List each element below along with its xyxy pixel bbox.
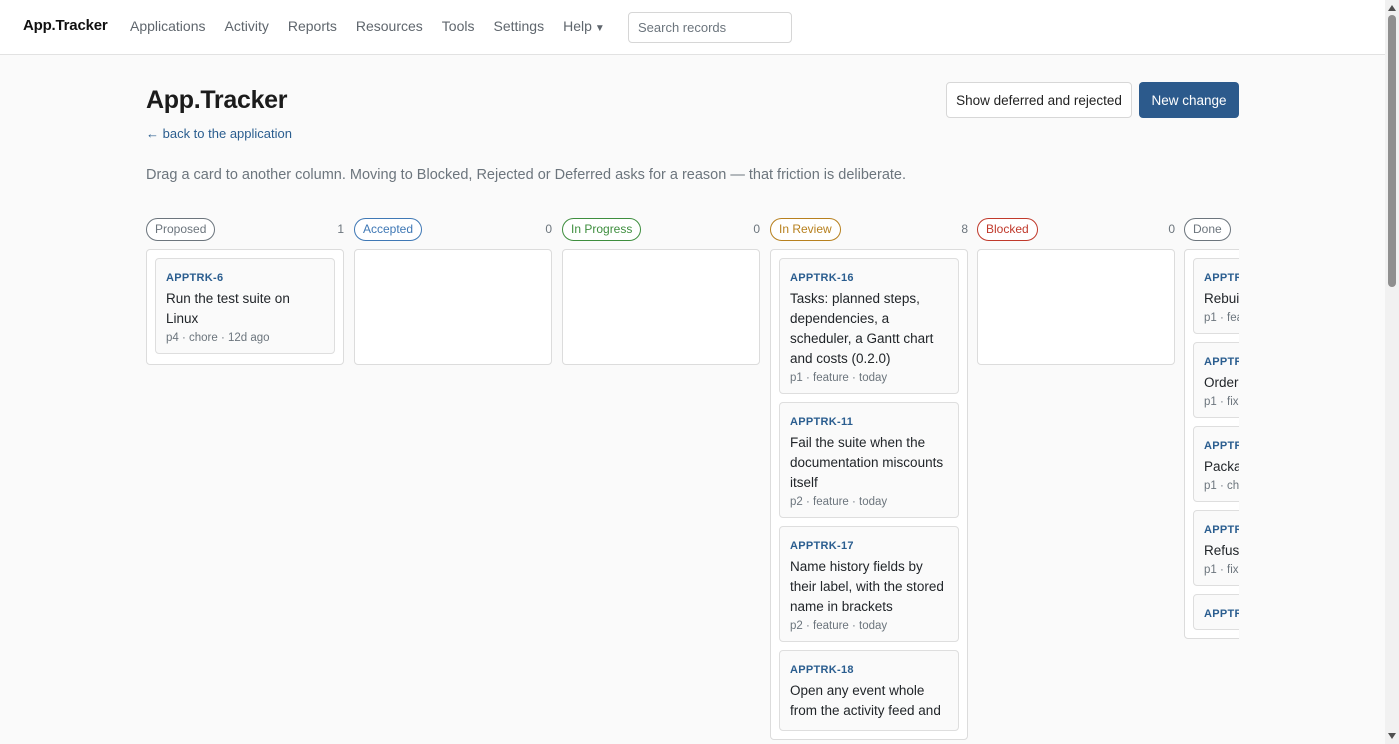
chevron-down-icon: ▼ <box>594 23 605 34</box>
change-card[interactable]: APPTRK <box>1193 594 1239 630</box>
change-card[interactable]: APPTRK Packa Store p1 · cho <box>1193 426 1239 502</box>
kanban-board: Proposed 1 APPTRK-6 Run the test suite on L… <box>146 217 1239 744</box>
change-card[interactable]: APPTRK Refuse in bloc p1 · fix <box>1193 510 1239 586</box>
column-drop-zone[interactable] <box>354 249 552 365</box>
back-to-application-link[interactable]: ← back to the application <box>146 126 292 141</box>
nav-link-reports[interactable]: Reports <box>288 18 337 34</box>
card-meta: p2 · feature · today <box>790 496 888 508</box>
page-scrollbar[interactable] <box>1385 0 1399 744</box>
nav-help-menu[interactable]: Help ▼ <box>563 18 605 34</box>
column-card-count: 0 <box>545 222 552 236</box>
column-in-review: In Review 8 APPTRK-16 Tasks: planned steps,… <box>770 217 968 740</box>
column-header: Proposed 1 <box>146 217 344 242</box>
scroll-up-arrow-icon[interactable] <box>1388 5 1396 11</box>
card-title: Open any event whole from the activity f… <box>790 683 941 718</box>
column-status-badge: Blocked <box>977 218 1038 241</box>
card-title: Name history fields by their label, with… <box>790 559 944 614</box>
change-card[interactable]: APPTRK-16 Tasks: planned steps, dependenc… <box>779 258 959 394</box>
card-meta: p4 · chore · 12d ago <box>166 332 270 344</box>
column-header: In Review 8 <box>770 217 968 242</box>
change-card[interactable]: APPTRK Rebuil replay p1 · fea <box>1193 258 1239 334</box>
card-title: Run the test suite on Linux <box>166 291 290 326</box>
column-drop-zone[interactable]: APPTRK-6 Run the test suite on Linux p4 · … <box>146 249 344 365</box>
card-meta: p1 · fix <box>1204 396 1239 408</box>
card-key-link[interactable]: APPTRK <box>1204 524 1239 536</box>
column-status-badge: In Progress <box>562 218 642 241</box>
column-header: Accepted 0 <box>354 217 552 242</box>
scrollbar-thumb[interactable] <box>1388 15 1396 287</box>
card-key-link[interactable]: APPTRK <box>1204 272 1239 284</box>
card-key-link[interactable]: APPTRK <box>1204 440 1239 452</box>
nav-link-settings[interactable]: Settings <box>493 18 544 34</box>
card-title: Fail the suite when the documentation mi… <box>790 435 944 490</box>
column-proposed: Proposed 1 APPTRK-6 Run the test suite on L… <box>146 217 344 365</box>
card-title: Rebuil replay <box>1204 291 1239 306</box>
card-key-link[interactable]: APPTRK <box>1204 608 1239 620</box>
new-change-button[interactable]: New change <box>1139 82 1239 118</box>
column-status-badge: Accepted <box>354 218 423 241</box>
search-input[interactable] <box>628 12 792 43</box>
card-key-link[interactable]: APPTRK-18 <box>790 664 948 676</box>
change-card[interactable]: APPTRK-11 Fail the suite when the documen… <box>779 402 959 518</box>
card-key-link[interactable]: APPTRK-16 <box>790 272 948 284</box>
brand-logo[interactable]: App.Tracker <box>23 17 108 34</box>
column-drop-zone[interactable]: APPTRK Rebuil replay p1 · fea APPTRK Order w… <box>1184 249 1239 639</box>
column-header: Blocked 0 <box>977 217 1175 242</box>
column-card-count: 0 <box>753 222 760 236</box>
scroll-down-arrow-icon[interactable] <box>1388 733 1396 739</box>
card-key-link[interactable]: APPTRK <box>1204 356 1239 368</box>
card-title: Order when <box>1204 375 1239 390</box>
card-key-link[interactable]: APPTRK-17 <box>790 540 948 552</box>
column-card-count: 8 <box>961 222 968 236</box>
column-accepted: Accepted 0 <box>354 217 552 365</box>
change-card[interactable]: APPTRK-6 Run the test suite on Linux p4 · … <box>155 258 335 354</box>
change-card[interactable]: APPTRK Order when p1 · fix <box>1193 342 1239 418</box>
show-deferred-rejected-button[interactable]: Show deferred and rejected <box>946 82 1132 118</box>
column-status-badge: Proposed <box>146 218 216 241</box>
column-done: Done APPTRK Rebuil replay p1 · fea APPTRK Ord… <box>1184 217 1239 639</box>
card-key-link[interactable]: APPTRK-6 <box>166 272 324 284</box>
column-header: Done <box>1184 217 1239 242</box>
help-label: Help <box>563 18 592 34</box>
nav-link-resources[interactable]: Resources <box>356 18 423 34</box>
card-meta: p1 · fix <box>1204 564 1239 576</box>
column-status-badge: Done <box>1184 218 1231 241</box>
nav-link-tools[interactable]: Tools <box>442 18 475 34</box>
card-meta: p1 · feature · today <box>790 372 888 384</box>
column-card-count: 1 <box>337 222 344 236</box>
card-key-link[interactable]: APPTRK-11 <box>790 416 948 428</box>
card-title: Tasks: planned steps, dependencies, a sc… <box>790 291 934 366</box>
column-blocked: Blocked 0 <box>977 217 1175 365</box>
card-title: Packa Store <box>1204 459 1239 474</box>
column-drop-zone[interactable]: APPTRK-16 Tasks: planned steps, dependenc… <box>770 249 968 740</box>
nav-links: Applications Activity Reports Resources … <box>130 18 624 34</box>
change-card[interactable]: APPTRK-17 Name history fields by their la… <box>779 526 959 642</box>
column-drop-zone[interactable] <box>977 249 1175 365</box>
page-title: App.Tracker <box>146 86 288 114</box>
nav-link-activity[interactable]: Activity <box>225 18 269 34</box>
nav-link-applications[interactable]: Applications <box>130 18 206 34</box>
column-in-progress: In Progress 0 <box>562 217 760 365</box>
card-meta: p2 · feature · today <box>790 620 888 632</box>
top-navigation: App.Tracker Applications Activity Report… <box>0 0 1385 55</box>
column-header: In Progress 0 <box>562 217 760 242</box>
card-meta: p1 · fea <box>1204 312 1239 324</box>
card-meta: p1 · cho <box>1204 480 1239 492</box>
column-drop-zone[interactable] <box>562 249 760 365</box>
column-card-count: 0 <box>1168 222 1175 236</box>
change-card[interactable]: APPTRK-18 Open any event whole from the a… <box>779 650 959 731</box>
board-instructions: Drag a card to another column. Moving to… <box>146 167 907 183</box>
card-title: Refuse in bloc <box>1204 543 1239 558</box>
column-status-badge: In Review <box>770 218 841 241</box>
